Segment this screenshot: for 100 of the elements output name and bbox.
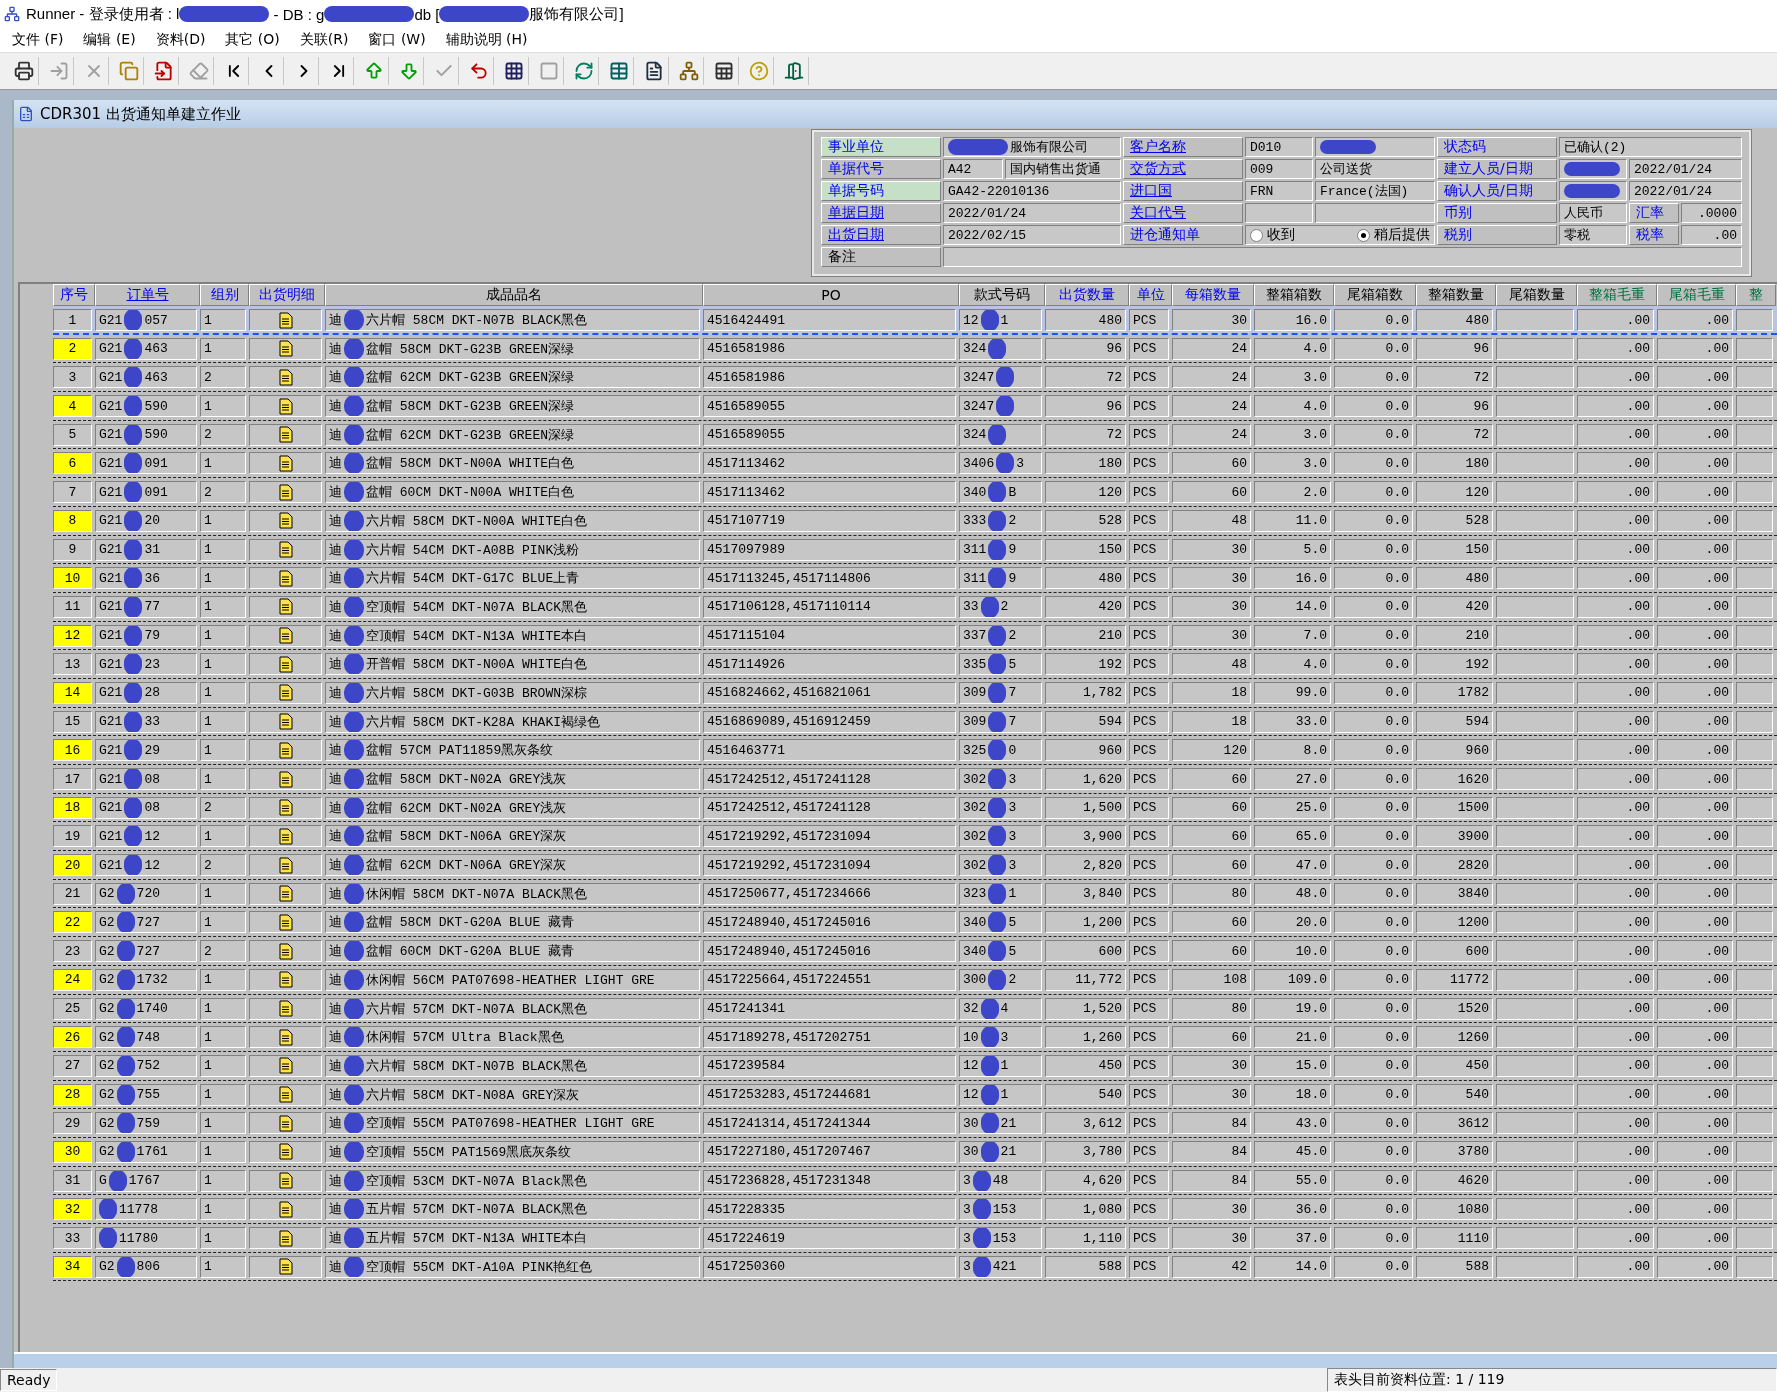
document-icon[interactable]: [278, 1172, 293, 1190]
input-field[interactable]: [1559, 181, 1627, 201]
document-icon[interactable]: [278, 1086, 293, 1104]
table-row[interactable]: 15 G21 33 1 迪 六片帽 58CM DKT-K28A KHAKI褐绿色 4516869089,4516912459 309 7 594 PCS 18 33.0 0.0 594 .00 .00: [53, 707, 1777, 737]
input-field[interactable]: GA42-22010136: [943, 181, 1121, 201]
table-row[interactable]: 30 G2 1761 1 迪 空顶帽 55CM PAT1569黑底灰条纹 4517227180,4517207467 30 21 3,780 PCS 84 45.0 0.0 3780 .00 .00: [53, 1137, 1777, 1167]
column-header[interactable]: 整箱数量: [1416, 284, 1496, 306]
document-icon[interactable]: [278, 913, 293, 931]
column-header[interactable]: 订单号: [95, 284, 200, 306]
column-header[interactable]: 尾箱数量: [1496, 284, 1577, 306]
input-field[interactable]: 2022/02/15: [943, 225, 1121, 245]
table-row[interactable]: 14 G21 28 1 迪 六片帽 58CM DKT-G03B BROWN深棕 4516824662,4516821061 309 7 1,782 PCS 18 99.0 0.0 1782 .00 .00: [53, 678, 1777, 708]
input-field[interactable]: D010: [1245, 137, 1313, 157]
field-label[interactable]: 交货方式: [1123, 159, 1243, 179]
document-icon[interactable]: [278, 340, 293, 358]
column-header[interactable]: 整箱箱数: [1254, 284, 1334, 306]
document-icon[interactable]: [278, 856, 293, 874]
input-field[interactable]: .0000: [1681, 203, 1742, 223]
document-icon[interactable]: [278, 799, 293, 817]
column-header[interactable]: 每箱数量: [1172, 284, 1254, 306]
table-row[interactable]: 25 G2 1740 1 迪 六片帽 57CM DKT-N07A BLACK黑色 4517241341 32 4 1,520 PCS 80 19.0 0.0 1520 .00 .00: [53, 994, 1777, 1024]
input-field[interactable]: [1559, 159, 1627, 179]
table-row[interactable]: 11 G21 77 1 迪 空顶帽 54CM DKT-N07A BLACK黑色 4517106128,4517110114 33 2 420 PCS 30 14.0 0.0 420 .00 .00: [53, 592, 1777, 622]
input-field[interactable]: FRN: [1245, 181, 1313, 201]
table-row[interactable]: 24 G2 1732 1 迪 休闲帽 56CM PAT07698-HEATHER LIGHT GRE 4517225664,4517224551 300 2 11,772 PCS 108 109.0 0.0 11772 .00 .00: [53, 965, 1777, 995]
document-icon[interactable]: [278, 971, 293, 989]
document-icon[interactable]: [278, 426, 293, 444]
column-header[interactable]: 尾箱毛重: [1657, 284, 1736, 306]
document-icon[interactable]: [278, 311, 293, 329]
column-header[interactable]: 出货明细: [249, 284, 325, 306]
radio-label[interactable]: 收到: [1267, 226, 1295, 244]
menu-item[interactable]: 其它 (O): [217, 29, 288, 51]
document-icon[interactable]: [278, 1229, 293, 1247]
input-field[interactable]: 已确认(2): [1559, 137, 1742, 157]
table-row[interactable]: 34 G2 806 1 迪 空顶帽 55CM DKT-A10A PINK艳红色 4517250360 3 421 588 PCS 42 14.0 0.0 588 .00 .00: [53, 1252, 1777, 1282]
input-field[interactable]: 2022/01/24: [943, 203, 1121, 223]
table-row[interactable]: 19 G21 12 1 迪 盆帽 58CM DKT-N06A GREY深灰 4517219292,4517231094 302 3 3,900 PCS 60 65.0 0.0 3900 .00 .00: [53, 822, 1777, 852]
menu-item[interactable]: 编辑 (E): [75, 29, 144, 51]
document-icon[interactable]: [278, 942, 293, 960]
table-row[interactable]: 13 G21 23 1 迪 开普帽 58CM DKT-N00A WHITE白色 4517114926 335 5 192 PCS 48 4.0 0.0 192 .00 .00: [53, 650, 1777, 679]
menu-item[interactable]: 文件 (F): [4, 29, 72, 51]
table-row[interactable]: 31 G 1767 1 迪 空顶帽 53CM DKT-N07A Black黑色 4517236828,4517231348 3 48 4,620 PCS 84 55.0 0.0 4620 .00 .00: [53, 1166, 1777, 1196]
input-field[interactable]: 国内销售出货通: [1005, 159, 1121, 179]
table-row[interactable]: 4 G21 590 1 迪 盆帽 58CM DKT-G23B GREEN深绿 4516589055 3247 96 PCS 24 4.0 0.0 96 .00 .00: [53, 392, 1777, 421]
table-row[interactable]: 8 G21 20 1 迪 六片帽 58CM DKT-N00A WHITE白色 4517107719 333 2 528 PCS 48 11.0 0.0 528 .00 .00: [53, 506, 1777, 536]
table-row[interactable]: 1 G21 057 1 迪 六片帽 58CM DKT-N07B BLACK黑色 4516424491 12 1 480 PCS 30 16.0 0.0 480 .00 .00: [53, 306, 1777, 335]
document-icon[interactable]: [278, 598, 293, 616]
document-icon[interactable]: [278, 1000, 293, 1017]
document-icon[interactable]: [278, 713, 293, 731]
document-icon[interactable]: [278, 1114, 293, 1132]
document-icon[interactable]: [278, 1258, 293, 1276]
column-header[interactable]: 整: [1736, 284, 1776, 306]
document-icon[interactable]: [278, 368, 293, 386]
table-row[interactable]: 26 G2 748 1 迪 休闲帽 57CM Ultra Black黑色 4517189278,4517202751 10 3 1,260 PCS 60 21.0 0.0 1260 .00 .00: [53, 1023, 1777, 1052]
input-field[interactable]: 009: [1245, 159, 1313, 179]
table-row[interactable]: 18 G21 08 2 迪 盆帽 62CM DKT-N02A GREY浅灰 4517242512,4517241128 302 3 1,500 PCS 60 25.0 0.0 1500 .00 .00: [53, 793, 1777, 823]
table-row[interactable]: 29 G2 759 1 迪 空顶帽 55CM PAT07698-HEATHER LIGHT GRE 4517241314,4517241344 30 21 3,612 PCS 84 43.0 0.0 3612 .00 .00: [53, 1109, 1777, 1138]
column-header[interactable]: 成品品名: [325, 284, 703, 306]
column-header[interactable]: 整箱毛重: [1577, 284, 1657, 306]
radio-button[interactable]: [1250, 228, 1263, 242]
table-row[interactable]: 23 G2 727 2 迪 盆帽 60CM DKT-G20A BLUE 藏青 4517248940,4517245016 340 5 600 PCS 60 10.0 0.0 600 .00 .00: [53, 937, 1777, 966]
table-row[interactable]: 33 11780 1 迪 五片帽 57CM DKT-N13A WHITE本白 4517224619 3 153 1,110 PCS 30 37.0 0.0 1110 .00 .00: [53, 1224, 1777, 1253]
input-field[interactable]: [1315, 203, 1435, 223]
input-field[interactable]: 2022/01/24: [1629, 159, 1742, 179]
input-field[interactable]: .00: [1681, 225, 1742, 245]
menu-item[interactable]: 窗口 (W): [360, 29, 434, 51]
input-field[interactable]: France(法国): [1315, 181, 1435, 201]
table-row[interactable]: 2 G21 463 1 迪 盆帽 58CM DKT-G23B GREEN深绿 4516581986 324 96 PCS 24 4.0 0.0 96 .00 .00: [53, 334, 1777, 364]
field-label[interactable]: 关口代号: [1123, 203, 1243, 223]
input-field[interactable]: 零税: [1559, 225, 1627, 245]
column-header[interactable]: 尾箱箱数: [1334, 284, 1416, 306]
document-icon[interactable]: [278, 1028, 293, 1046]
table-row[interactable]: 12 G21 79 1 迪 空顶帽 54CM DKT-N13A WHITE本白 4517115104 337 2 210 PCS 30 7.0 0.0 210 .00 .00: [53, 621, 1777, 651]
menu-item[interactable]: 资料(D): [147, 29, 214, 51]
menu-item[interactable]: 关联(R): [291, 29, 357, 51]
document-icon[interactable]: [278, 1057, 293, 1075]
table-row[interactable]: 22 G2 727 1 迪 盆帽 58CM DKT-G20A BLUE 藏青 4517248940,4517245016 340 5 1,200 PCS 60 20.0 0.0 1200 .00 .00: [53, 908, 1777, 938]
column-header[interactable]: PO: [703, 284, 959, 306]
input-field[interactable]: 公司送货: [1315, 159, 1435, 179]
document-icon[interactable]: [278, 512, 293, 530]
table-row[interactable]: 7 G21 091 2 迪 盆帽 60CM DKT-N00A WHITE白色 4517113462 340 B 120 PCS 60 2.0 0.0 120 .00 .00: [53, 478, 1777, 507]
column-header[interactable]: 序号: [53, 284, 95, 306]
document-icon[interactable]: [278, 827, 293, 845]
input-field[interactable]: [1245, 203, 1313, 223]
field-label[interactable]: 客户名称: [1123, 137, 1243, 157]
radio-button[interactable]: [1357, 228, 1370, 242]
document-icon[interactable]: [278, 684, 293, 702]
table-row[interactable]: 9 G21 31 1 迪 六片帽 54CM DKT-A08B PINK浅粉 4517097989 311 9 150 PCS 30 5.0 0.0 150 .00 .00: [53, 535, 1777, 565]
document-icon[interactable]: [278, 541, 293, 558]
column-header[interactable]: 单位: [1129, 284, 1172, 306]
document-icon[interactable]: [278, 569, 293, 587]
field-label[interactable]: 出货日期: [821, 225, 941, 245]
table-row[interactable]: 5 G21 590 2 迪 盆帽 62CM DKT-G23B GREEN深绿 4516589055 324 72 PCS 24 3.0 0.0 72 .00 .00: [53, 420, 1777, 450]
table-row[interactable]: 16 G21 29 1 迪 盆帽 57CM PAT11859黑灰条纹 4516463771 325 0 960 PCS 120 8.0 0.0 960 .00 .00: [53, 736, 1777, 765]
input-field[interactable]: A42: [943, 159, 1003, 179]
document-icon[interactable]: [278, 627, 293, 645]
document-icon[interactable]: [278, 770, 293, 788]
column-header[interactable]: 组别: [200, 284, 249, 306]
document-icon[interactable]: [278, 1200, 293, 1218]
input-field[interactable]: [943, 247, 1742, 267]
